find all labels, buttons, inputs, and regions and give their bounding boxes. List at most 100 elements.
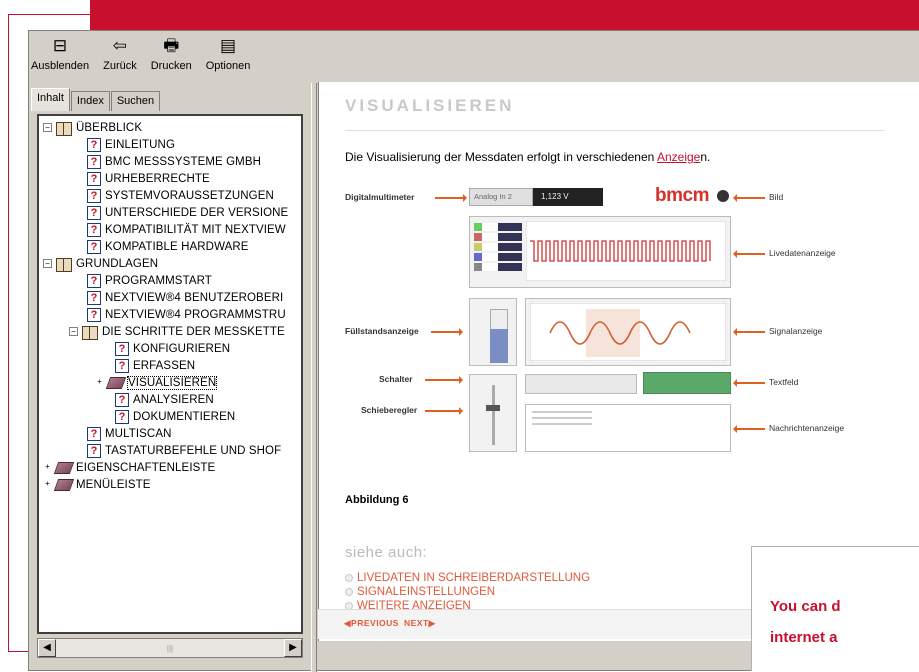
tab-search[interactable]: Suchen <box>110 91 161 111</box>
figure-label-schieberegler: Schieberegler <box>361 405 418 415</box>
figure-label-textfeld: Textfeld <box>769 377 799 387</box>
tree-item-visualize[interactable]: + VISUALISIEREN <box>95 374 218 391</box>
tree-item-intro[interactable]: ? EINLEITUNG <box>87 136 175 153</box>
signal-panel <box>525 298 731 366</box>
tree-item-steps[interactable]: − DIE SCHRITTE DER MESSKETTE <box>69 323 285 340</box>
messages-panel <box>525 404 731 452</box>
contents-tree: − ÜBERBLICK ? EINLEITUNG ? BMC MESSSYSTE… <box>37 114 303 634</box>
previous-link[interactable]: ◀PREVIOUS <box>344 618 399 629</box>
bmcm-logo: bmcm <box>655 185 709 206</box>
livedata-panel <box>469 216 731 288</box>
livedata-plot <box>526 221 726 281</box>
print-button[interactable]: 🖶 Drucken <box>151 31 192 79</box>
tree-item-label: PROGRAMMSTART <box>105 274 212 287</box>
tree-item-nv-ui[interactable]: ? NEXTVIEW®4 BENUTZEROBERI <box>87 289 283 306</box>
tree-item-menubar[interactable]: + MENÜLEISTE <box>43 476 151 493</box>
switch-panel <box>525 374 637 394</box>
figure-label-bild: Bild <box>769 192 784 202</box>
scroll-right-icon[interactable]: ▶ <box>283 639 302 657</box>
arrow-left <box>733 194 765 202</box>
scroll-left-icon[interactable]: ◀ <box>38 639 56 657</box>
tree-item-label: DIE SCHRITTE DER MESSKETTE <box>102 325 285 338</box>
expand-icon[interactable]: + <box>43 463 52 472</box>
collapse-icon[interactable]: − <box>69 327 78 336</box>
tree-item-basics[interactable]: − GRUNDLAGEN <box>43 255 158 272</box>
tab-contents[interactable]: Inhalt <box>31 88 70 111</box>
tree-item-document[interactable]: ? DOKUMENTIEREN <box>115 408 235 425</box>
tree-item-capture[interactable]: ? ERFASSEN <box>115 357 195 374</box>
livedata-legend <box>474 223 522 275</box>
tree-item-compat-nv[interactable]: ? KOMPATIBILITÄT MIT NEXTVIEW <box>87 221 286 238</box>
arrow-right <box>431 328 463 336</box>
tree-item-compat-hw[interactable]: ? KOMPATIBLE HARDWARE <box>87 238 249 255</box>
navigation-pane: Inhalt Index Suchen − ÜBERBLICK ? EINLEI… <box>31 83 307 669</box>
scroll-thumb-grip[interactable]: ||| <box>167 644 173 653</box>
help-page-icon: ? <box>87 307 101 322</box>
collapse-icon[interactable]: − <box>43 259 52 268</box>
arrow-right <box>425 376 463 384</box>
toolbar: ⊟ Ausblenden ⇦ Zurück 🖶 Drucken ▤ Option… <box>29 31 919 79</box>
bmcm-logo-mark <box>717 190 729 202</box>
anzeige-link[interactable]: Anzeige <box>657 150 700 164</box>
expand-icon[interactable]: + <box>95 378 104 387</box>
title-divider <box>345 130 885 131</box>
tree-item-label: SYSTEMVORAUSSETZUNGEN <box>105 189 274 202</box>
tree-item-nv-struct[interactable]: ? NEXTVIEW®4 PROGRAMMSTRU <box>87 306 286 323</box>
figure-label-fuellstand: Füllstandsanzeige <box>345 326 419 336</box>
promo-text: You can d internet a <box>770 591 841 653</box>
arrow-left <box>733 250 765 258</box>
tree-item-label: GRUNDLAGEN <box>76 257 159 270</box>
see-also-link[interactable]: LIVEDATEN IN SCHREIBERDARSTELLUNG <box>345 572 590 584</box>
tree-item-label: EIGENSCHAFTENLEISTE <box>76 461 216 474</box>
tab-index[interactable]: Index <box>70 91 110 111</box>
arrow-left <box>733 379 765 387</box>
tree-item-shortcuts[interactable]: ? TASTATURBEFEHLE UND SHOF <box>87 442 281 459</box>
link-label: LIVEDATEN IN SCHREIBERDARSTELLUNG <box>357 572 591 584</box>
tree-item-analyze[interactable]: ? ANALYSIEREN <box>115 391 214 408</box>
tree-item-multiscan[interactable]: ? MULTISCAN <box>87 425 172 442</box>
help-page-icon: ? <box>87 426 101 441</box>
help-page-icon: ? <box>87 222 101 237</box>
topic-title: VISUALISIEREN <box>345 96 515 115</box>
open-book-icon <box>82 325 98 340</box>
pane-splitter[interactable] <box>311 83 317 672</box>
tree-item-label: KONFIGURIEREN <box>133 342 231 355</box>
tree-item-propbar[interactable]: + EIGENSCHAFTENLEISTE <box>43 459 215 476</box>
tree-horizontal-scrollbar[interactable]: ◀ ||| ▶ <box>37 638 303 658</box>
textfield-panel <box>643 372 731 394</box>
previous-label: PREVIOUS <box>351 618 399 628</box>
tree-item-label: NEXTVIEW®4 BENUTZEROBERI <box>105 291 284 304</box>
promo-callout: You can d internet a <box>751 546 919 671</box>
intro-text: Die Visualisierung der Messdaten erfolgt… <box>345 150 657 164</box>
help-page-icon: ? <box>87 239 101 254</box>
see-also-heading: siehe auch: <box>345 544 428 561</box>
tree-item-copyright[interactable]: ? URHEBERRECHTE <box>87 170 210 187</box>
expand-icon[interactable]: + <box>43 480 52 489</box>
arrow-right <box>435 194 467 202</box>
next-label: NEXT <box>404 618 429 628</box>
options-icon: ▤ <box>220 35 237 55</box>
tree-item-label: KOMPATIBLE HARDWARE <box>105 240 249 253</box>
see-also-links: LIVEDATEN IN SCHREIBERDARSTELLUNG SIGNAL… <box>345 572 590 614</box>
help-page-icon: ? <box>87 273 101 288</box>
tree-item-label-selected: VISUALISIEREN <box>126 375 218 390</box>
collapse-icon[interactable]: − <box>43 123 52 132</box>
promo-line-2: internet a <box>770 629 838 646</box>
help-page-icon: ? <box>115 341 129 356</box>
figure-label-livedaten: Livedatenanzeige <box>769 248 836 258</box>
next-link[interactable]: NEXT▶ <box>404 618 436 629</box>
tree-item-bmc[interactable]: ? BMC MESSSYSTEME GMBH <box>87 153 261 170</box>
see-also-link[interactable]: SIGNALEINSTELLUNGEN <box>345 586 590 598</box>
tree-item-progstart[interactable]: ? PROGRAMMSTART <box>87 272 212 289</box>
back-button[interactable]: ⇦ Zurück <box>103 31 137 79</box>
tree-item-label: URHEBERRECHTE <box>105 172 210 185</box>
figure-displays: Digitalmultimeter Füllstandsanzeige Scha… <box>345 178 865 468</box>
tree-item-configure[interactable]: ? KONFIGURIEREN <box>115 340 230 357</box>
back-label: Zurück <box>103 60 137 72</box>
options-button[interactable]: ▤ Optionen <box>206 31 251 79</box>
hide-button[interactable]: ⊟ Ausblenden <box>31 31 89 79</box>
tree-item-diffs[interactable]: ? UNTERSCHIEDE DER VERSIONE <box>87 204 288 221</box>
tree-item-sysreq[interactable]: ? SYSTEMVORAUSSETZUNGEN <box>87 187 274 204</box>
tree-item-overview[interactable]: − ÜBERBLICK <box>43 119 142 136</box>
help-page-icon: ? <box>87 154 101 169</box>
